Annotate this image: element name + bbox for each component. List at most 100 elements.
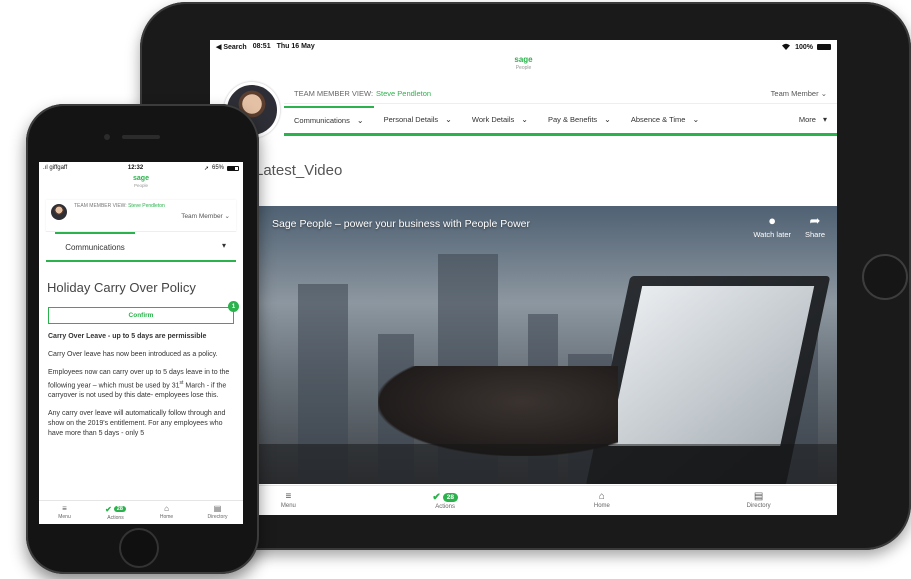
share-arrow-icon: ➦: [809, 213, 821, 228]
tab-more[interactable]: More ▾: [789, 106, 837, 133]
video-frame-desk: [258, 444, 837, 484]
phone-speaker: [122, 135, 160, 139]
tab-label: Communications: [294, 116, 350, 125]
tablet-status-bar: ◀ Search 08:51 Thu 16 May 100%: [210, 40, 837, 54]
location-arrow-icon: ➚: [203, 165, 209, 172]
battery-icon: [817, 44, 831, 50]
team-member-header: TEAM MEMBER VIEW: Steve Pendleton Team M…: [210, 76, 837, 140]
battery-percent: 65%: [211, 165, 224, 171]
tab-label: Pay & Benefits: [547, 115, 598, 124]
confirm-label: Confirm: [128, 312, 154, 319]
sage-logo: sage: [514, 55, 533, 64]
chevron-down-icon: ⌄: [356, 116, 364, 125]
phone-camera: [104, 134, 110, 140]
back-to-search-link[interactable]: ◀ Search: [216, 43, 247, 51]
tab-pay-benefits[interactable]: Pay & Benefits ⌄: [538, 106, 621, 133]
policy-body: Carry Over Leave - up to 5 days are perm…: [48, 332, 234, 439]
watch-later-button[interactable]: ● Watch later: [753, 214, 791, 240]
phone-screen: .ıl giffgaff 12:32 ➚ 65% sage People TEA…: [39, 162, 243, 524]
nav-label: Home: [159, 514, 174, 520]
video-title[interactable]: Sage People – power your business with P…: [272, 218, 530, 230]
sage-brand: sage People: [39, 174, 243, 192]
nav-directory[interactable]: ▤ Directory: [192, 501, 243, 524]
tab-personal-details[interactable]: Personal Details ⌄: [374, 106, 462, 133]
nav-label: Home: [593, 503, 610, 509]
status-time: 08:51: [252, 43, 271, 50]
policy-paragraph: Carry Over leave has now been introduced…: [48, 351, 218, 358]
avatar[interactable]: [51, 204, 67, 220]
tab-label: More: [798, 115, 816, 124]
nav-home[interactable]: ⌂ Home: [524, 486, 681, 515]
sage-logo-sub: People: [133, 183, 148, 188]
role-selector[interactable]: Team Member ⌄: [771, 89, 827, 98]
team-member-name: Steve Pendleton: [128, 203, 165, 209]
page-title: Latest_Video: [255, 162, 343, 179]
carrier-label: .ıl giffgaff: [43, 165, 68, 171]
nav-label: Directory: [207, 514, 228, 520]
chevron-down-icon: ⌄: [820, 89, 827, 98]
page-title: Holiday Carry Over Policy: [47, 280, 196, 295]
team-member-view-bar: TEAM MEMBER VIEW: Steve Pendleton Team M…: [284, 84, 837, 104]
chevron-down-icon: ⌄: [521, 115, 528, 124]
nav-actions[interactable]: ✔ 28 Actions: [90, 501, 141, 524]
nav-directory[interactable]: ▤ Directory: [680, 486, 837, 515]
team-member-view-bar: TEAM MEMBER VIEW: Steve Pendleton: [74, 203, 165, 209]
tab-work-details[interactable]: Work Details ⌄: [462, 106, 538, 133]
status-time: 12:32: [127, 165, 144, 171]
status-date: Thu 16 May: [276, 43, 315, 50]
nav-label: Actions: [435, 503, 455, 510]
nav-menu[interactable]: ≡ Menu: [39, 501, 90, 524]
directory-icon: ▤: [753, 491, 764, 502]
nav-label: Directory: [746, 503, 771, 509]
wifi-icon: [781, 43, 791, 52]
actions-count-badge: 28: [113, 506, 126, 512]
tab-label: Personal Details: [383, 115, 439, 124]
home-icon: ⌂: [164, 504, 169, 513]
tab-absence-time[interactable]: Absence & Time ⌄: [621, 106, 709, 133]
actions-badge-group: ✔ 28: [432, 492, 458, 503]
directory-icon: ▤: [213, 504, 222, 513]
team-member-view-label: TEAM MEMBER VIEW:: [294, 89, 374, 98]
policy-paragraph: Any carry over leave will automatically …: [48, 410, 226, 438]
nav-actions[interactable]: ✔ 28 Actions: [367, 486, 524, 515]
actions-count-badge: 28: [442, 492, 458, 502]
role-selector[interactable]: Team Member ⌄: [181, 212, 230, 220]
policy-paragraph: Employees now can carry over up to 5 day…: [48, 369, 230, 400]
battery-percent: 100%: [795, 43, 813, 51]
policy-heading: Carry Over Leave - up to 5 days are perm…: [48, 333, 207, 340]
tab-communications[interactable]: Communications ⌄: [284, 106, 374, 133]
team-member-card: TEAM MEMBER VIEW: Steve Pendleton Team M…: [46, 200, 236, 232]
tab-label: Absence & Time: [630, 115, 686, 124]
tab-communications[interactable]: Communications: [55, 232, 135, 260]
phone-status-bar: .ıl giffgaff 12:32 ➚ 65%: [39, 162, 243, 174]
watch-later-label: Watch later: [753, 230, 791, 239]
caret-down-icon[interactable]: ▾: [222, 241, 226, 250]
tablet-screen: ◀ Search 08:51 Thu 16 May 100% sage Peop…: [210, 40, 837, 515]
sage-brand: sage People: [210, 54, 837, 76]
tablet-tab-bar: Communications ⌄ Personal Details ⌄ Work…: [284, 106, 837, 136]
caret-down-icon: ▾: [822, 115, 827, 124]
phone-tab-bar: Communications ▾: [46, 232, 236, 262]
phone-bottom-nav: ≡ Menu ✔ 28 Actions ⌂ Home ▤ Directory: [39, 500, 243, 524]
video-frame-hands: [378, 366, 618, 456]
nav-label: Menu: [58, 514, 71, 520]
nav-home[interactable]: ⌂ Home: [141, 501, 192, 524]
chevron-down-icon: ⌄: [692, 115, 700, 124]
confirm-button[interactable]: Confirm 1: [48, 301, 239, 324]
tablet-home-button[interactable]: [862, 254, 908, 300]
tab-label: Work Details: [471, 115, 515, 124]
video-player[interactable]: Sage People – power your business with P…: [258, 206, 837, 484]
chevron-down-icon: ⌄: [604, 115, 611, 124]
team-member-view-label: TEAM MEMBER VIEW:: [74, 203, 127, 209]
hamburger-icon: ≡: [62, 504, 67, 513]
confirm-count-badge: 1: [228, 301, 239, 312]
nav-label: Actions: [107, 514, 124, 521]
share-button[interactable]: ➦ Share: [804, 213, 825, 240]
checkmark-icon: ✔: [105, 504, 112, 514]
phone-home-button[interactable]: [119, 528, 159, 568]
chevron-down-icon: ⌄: [445, 115, 452, 124]
role-label: Team Member: [770, 89, 819, 98]
share-label: Share: [804, 230, 825, 239]
checkmark-icon: ✔: [432, 491, 441, 503]
team-member-name: Steve Pendleton: [376, 89, 432, 98]
